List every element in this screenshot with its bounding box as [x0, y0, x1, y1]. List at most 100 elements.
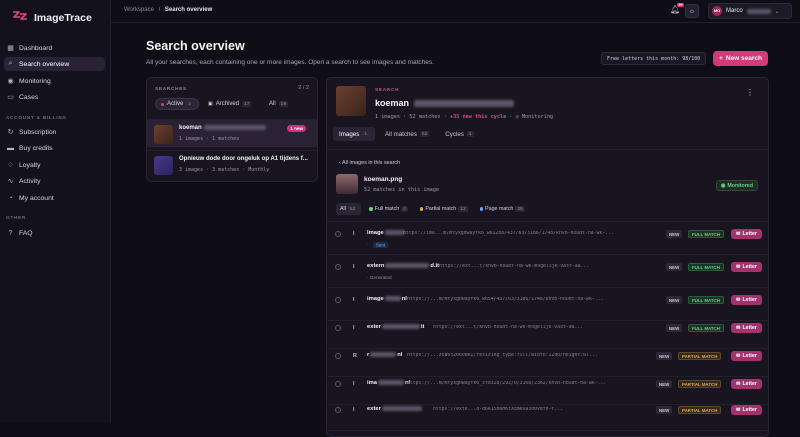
tab-cycles[interactable]: Cycles 1 [439, 127, 479, 141]
table-row[interactable]: I image nl https://...m/mtyxg0wayfk6_w654… [327, 293, 768, 321]
letter-button[interactable]: ✉ Letter [731, 405, 762, 415]
match-url[interactable]: https://exte...d-d6k15b6HKtXdmeva3d0v8fh… [433, 407, 639, 412]
sidebar-item-label: Loyalty [19, 161, 41, 169]
match-kind-badge: PARTIAL MATCH [678, 380, 722, 388]
app-logo[interactable]: ImageTrace [12, 10, 92, 25]
row-checkbox[interactable] [335, 231, 341, 237]
letter-button[interactable]: ✉ Letter [731, 229, 762, 239]
status-badge: NEW [656, 406, 673, 414]
sidebar-item-activity[interactable]: ∿ Activity [4, 174, 105, 188]
match-type-icon: I [353, 297, 355, 303]
match-url[interactable]: https://...m/mtyxg0wayfk6_w654/437/63/31… [407, 297, 639, 302]
filter-archived[interactable]: ▣ Archived 17 [203, 98, 256, 110]
searches-panel: SEARCHES 2 / 2 Active 2 ▣ Archived 17 Al… [146, 77, 318, 182]
row-checkbox[interactable] [335, 297, 341, 303]
sidebar-item-faq[interactable]: ? FAQ [4, 226, 105, 240]
table-row[interactable]: I Image https://ima...m/mtyxg0wayfk6_w61… [327, 227, 768, 255]
image-thumbnail [336, 174, 358, 194]
tab-all-matches[interactable]: All matches 52 [379, 127, 435, 141]
search-title: Opnieuw dode door ongeluk op A1 tijdens … [179, 156, 308, 162]
sidebar-item-label: FAQ [19, 229, 33, 237]
chip-partial-match[interactable]: Partial match 13 [416, 203, 472, 215]
breadcrumb-root[interactable]: Workspace [124, 7, 154, 13]
notifications-button[interactable]: 🔔︎ 9+ [670, 3, 685, 17]
search-thumbnail [336, 86, 366, 116]
more-options-icon[interactable]: ⋮ [746, 88, 754, 97]
search-item[interactable]: Opnieuw dode door ongeluk op A1 tijdens … [147, 150, 317, 178]
monitor-icon: ◎ [515, 114, 519, 120]
status-badge: NEW [666, 296, 683, 304]
filter-active[interactable]: Active 2 [155, 98, 200, 110]
filter-all[interactable]: All 19 [264, 98, 293, 110]
letter-button[interactable]: ✉ Letter [731, 351, 762, 361]
sidebar-item-label: Dashboard [19, 44, 53, 52]
theme-toggle-button[interactable]: ☼ [685, 4, 699, 18]
page-title: Search overview [146, 39, 245, 53]
match-url[interactable]: https://...m/mtyxg0wayfk6_std328/292/0/3… [407, 381, 639, 386]
row-checkbox[interactable] [335, 381, 341, 387]
chip-full-match[interactable]: Full match 4 [365, 203, 412, 215]
match-kind-badge: FULL MATCH [688, 263, 724, 271]
sidebar-item-dashboard[interactable]: ▦ Dashboard [4, 41, 105, 55]
page-subtitle: All your searches, each containing one o… [146, 59, 434, 66]
chevron-down-icon: ⌄ [774, 8, 780, 15]
mail-icon: ✉ [736, 381, 741, 387]
tab-images[interactable]: Images 1 [333, 127, 375, 141]
topbar: Workspace / Search overview 🔔︎ 9+ ☼ MO M… [111, 0, 800, 23]
status-badge: NEW [666, 230, 683, 238]
detail-tabs: Images 1 All matches 52 Cycles 1 [333, 127, 480, 141]
match-url[interactable]: https://ima...m/mtyxg0wayfk6_w61288/437/… [403, 231, 623, 236]
searches-heading: SEARCHES [155, 86, 187, 91]
table-row[interactable]: I exter it https://ext...t/knvb-houdt-na-… [327, 321, 768, 349]
chip-all[interactable]: All 52 [336, 203, 362, 215]
match-domain: exter [367, 406, 381, 413]
new-badge: 1 new [287, 125, 306, 132]
sidebar-item-label: Subscription [19, 128, 57, 136]
search-meta: 1 images · 1 matches [179, 136, 240, 142]
sidebar-item-label: Activity [19, 177, 41, 185]
chip-page-match[interactable]: Page match 35 [476, 203, 529, 215]
sent-tag: Sent [372, 241, 389, 248]
table-row[interactable]: I extern d.it https://ext...t/knvb-houdt-… [327, 260, 768, 288]
row-checkbox[interactable] [335, 353, 341, 359]
sidebar-item-loyalty[interactable]: ♢ Loyalty [4, 158, 105, 172]
table-row[interactable]: R r nl https://...zoa6526608KI/resizing_t… [327, 349, 768, 377]
match-type-icon: I [353, 231, 355, 237]
table-row[interactable]: I exter https://exte...d-d6k15b6HKtXdmev… [327, 403, 768, 431]
letter-button[interactable]: ✉ Letter [731, 323, 762, 333]
archive-icon: ▣ [208, 101, 213, 107]
letter-button[interactable]: ✉ Letter [731, 295, 762, 305]
match-url[interactable]: https://ext...t/knvb-houdt-na-wk-mogelij… [439, 264, 639, 269]
row-checkbox[interactable] [335, 407, 341, 413]
row-checkbox[interactable] [335, 264, 341, 270]
detail-label: SEARCH [375, 87, 400, 92]
searches-pagination[interactable]: 2 / 2 [298, 85, 309, 91]
sidebar-item-cases[interactable]: ▭ Cases [4, 90, 105, 104]
redacted-text [384, 296, 401, 301]
search-item[interactable]: koeman 1 images · 1 matches 1 new [147, 119, 317, 147]
letter-button[interactable]: ✉ Letter [731, 262, 762, 272]
row-checkbox[interactable] [335, 325, 341, 331]
match-type-icon: I [353, 381, 355, 387]
divider [327, 221, 768, 222]
sidebar-item-search-overview[interactable]: ⌕ Search overview [4, 57, 105, 71]
sidebar-item-label: Buy credits [19, 144, 53, 152]
user-menu[interactable]: MO Marco ⌄ [708, 3, 792, 19]
match-url[interactable]: https://...zoa6526608KI/resizing_type:fi… [407, 353, 639, 358]
generated-tag: Generated [369, 275, 392, 280]
search-meta: 3 images · 3 matches · Monthly [179, 167, 270, 173]
match-url[interactable]: https://ext...t/knvb-houdt-na-wk-mogelij… [433, 325, 639, 330]
sidebar-item-buy-credits[interactable]: ▬ Buy credits [4, 141, 105, 155]
card-icon: ▬ [7, 144, 14, 152]
search-thumbnail [154, 156, 173, 175]
search-detail-panel: SEARCH koeman 1 images · 52 matches · +3… [326, 77, 769, 437]
table-row[interactable]: I ima nl https://...m/mtyxg0wayfk6_std328… [327, 377, 768, 405]
redacted-text [746, 8, 771, 14]
letter-button[interactable]: ✉ Letter [731, 379, 762, 389]
sidebar-item-my-account[interactable]: ◔ My account [4, 191, 105, 205]
sidebar-item-subscription[interactable]: ↻ Subscription [4, 125, 105, 139]
new-search-button[interactable]: + New search [713, 51, 768, 66]
match-kind-badge: PARTIAL MATCH [678, 352, 722, 360]
sidebar-item-monitoring[interactable]: ◉ Monitoring [4, 74, 105, 88]
back-link[interactable]: ‹ All images in this search [339, 160, 400, 166]
